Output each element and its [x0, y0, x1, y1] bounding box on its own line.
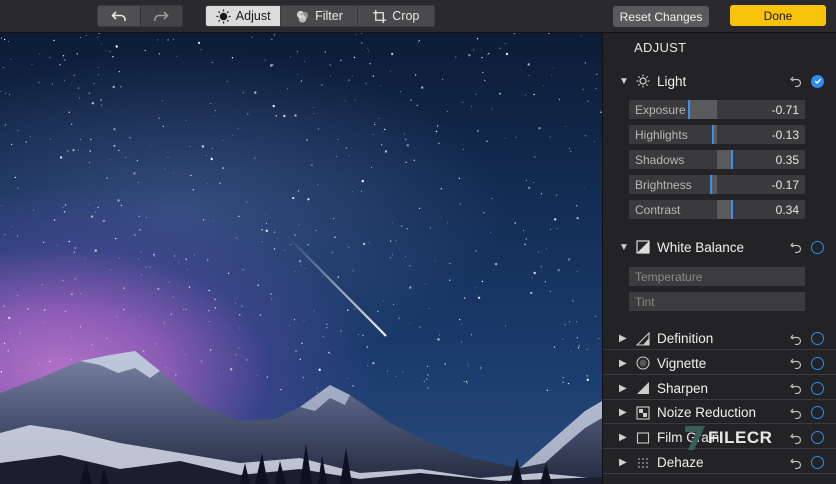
slider-label: Contrast	[635, 203, 681, 217]
slider-handle[interactable]	[687, 100, 690, 119]
section-enabled-toggle[interactable]	[811, 456, 824, 469]
tab-crop-label: Crop	[392, 9, 420, 23]
slider-value: -0.17	[771, 178, 799, 192]
toolbar: Adjust Filter Crop Reset Changes Done	[0, 0, 836, 33]
revert-icon[interactable]	[790, 333, 802, 345]
tab-filter-label: Filter	[315, 9, 343, 23]
section-white-balance[interactable]: ▼ White Balance	[603, 236, 836, 258]
section-dehaze[interactable]: ▶ Dehaze	[603, 452, 836, 474]
tab-crop[interactable]: Crop	[358, 6, 434, 26]
revert-icon[interactable]	[790, 432, 802, 444]
expand-triangle-icon[interactable]: ▶	[619, 383, 627, 394]
definition-icon	[636, 331, 650, 346]
section-enabled-toggle[interactable]	[811, 332, 824, 345]
section-enabled-toggle[interactable]	[811, 356, 824, 370]
filter-icon	[296, 10, 309, 23]
white-balance-icon	[636, 240, 650, 254]
slider-temperature[interactable]: Temperature	[629, 267, 805, 286]
section-light-label: Light	[657, 73, 687, 89]
white-balance-enabled-toggle[interactable]	[811, 240, 824, 254]
section-noise-reduction[interactable]: ▶ Noize Reduction	[603, 402, 836, 425]
tab-adjust-label: Adjust	[235, 9, 271, 23]
slider-highlights[interactable]: Highlights -0.13	[629, 125, 805, 144]
section-enabled-toggle[interactable]	[811, 406, 824, 420]
collapse-triangle-icon[interactable]: ▼	[619, 242, 629, 253]
expand-triangle-icon[interactable]: ▶	[619, 407, 627, 418]
revert-icon[interactable]	[790, 457, 802, 469]
vignette-icon	[636, 356, 650, 370]
slider-shadows[interactable]: Shadows 0.35	[629, 150, 805, 169]
reset-changes-button[interactable]: Reset Changes	[613, 6, 709, 27]
section-label: Noize Reduction	[657, 405, 757, 421]
section-light[interactable]: ▼ Light	[603, 70, 836, 92]
revert-icon[interactable]	[790, 75, 802, 87]
section-white-balance-label: White Balance	[657, 239, 745, 255]
section-label: Vignette	[657, 355, 707, 371]
slider-label: Temperature	[635, 270, 703, 284]
light-enabled-check-icon[interactable]	[811, 74, 824, 88]
slider-handle[interactable]	[731, 200, 734, 219]
redo-button[interactable]	[139, 6, 182, 26]
slider-brightness[interactable]: Brightness -0.17	[629, 175, 805, 194]
section-label: Sharpen	[657, 380, 709, 396]
slider-label: Exposure	[635, 103, 686, 117]
slider-label: Brightness	[635, 178, 692, 192]
section-label: Definition	[657, 331, 714, 346]
mode-tabs: Adjust Filter Crop	[205, 5, 435, 27]
filecr-logo-icon	[685, 426, 705, 450]
section-enabled-toggle[interactable]	[811, 431, 824, 445]
collapse-triangle-icon[interactable]: ▼	[619, 76, 629, 87]
section-definition[interactable]: ▶ Definition	[603, 328, 836, 350]
slider-contrast[interactable]: Contrast 0.34	[629, 200, 805, 219]
sun-icon	[636, 74, 650, 88]
tab-adjust[interactable]: Adjust	[206, 6, 282, 26]
adjust-icon	[216, 8, 231, 24]
noise-reduction-icon	[636, 406, 650, 420]
expand-triangle-icon[interactable]: ▶	[619, 358, 627, 369]
undo-icon	[111, 11, 126, 21]
section-label: Dehaze	[657, 455, 704, 470]
crop-icon	[373, 9, 387, 23]
slider-handle[interactable]	[709, 175, 712, 194]
film-grain-icon	[636, 432, 650, 444]
expand-triangle-icon[interactable]: ▶	[619, 432, 627, 443]
sharpen-icon	[637, 382, 649, 395]
tab-filter[interactable]: Filter	[281, 6, 358, 26]
mountain-landscape	[0, 236, 602, 484]
expand-triangle-icon[interactable]: ▶	[619, 457, 627, 468]
expand-triangle-icon[interactable]: ▶	[619, 333, 627, 344]
slider-exposure[interactable]: Exposure -0.71	[629, 100, 805, 119]
slider-handle[interactable]	[731, 150, 734, 169]
shooting-star	[287, 236, 387, 337]
undo-redo-group	[97, 5, 183, 27]
slider-fill	[717, 200, 732, 219]
slider-value: 0.34	[775, 203, 799, 217]
slider-tint[interactable]: Tint	[629, 292, 805, 311]
watermark: FILECR	[684, 424, 772, 452]
section-vignette[interactable]: ▶ Vignette	[603, 353, 836, 375]
slider-label: Tint	[635, 295, 655, 309]
revert-icon[interactable]	[790, 241, 802, 253]
revert-icon[interactable]	[790, 407, 802, 419]
section-enabled-toggle[interactable]	[811, 381, 824, 395]
slider-label: Shadows	[635, 153, 685, 167]
slider-value: -0.13	[771, 128, 799, 142]
panel-title: ADJUST	[634, 40, 687, 55]
dehaze-icon	[638, 457, 648, 468]
watermark-text: FILECR	[708, 428, 773, 447]
slider-value: -0.71	[771, 103, 799, 117]
slider-handle[interactable]	[711, 125, 714, 144]
slider-fill	[687, 100, 717, 119]
photo-canvas[interactable]	[0, 33, 602, 484]
section-sharpen[interactable]: ▶ Sharpen	[603, 378, 836, 400]
redo-icon	[154, 11, 169, 21]
slider-fill	[717, 150, 732, 169]
revert-icon[interactable]	[790, 382, 802, 395]
done-button[interactable]: Done	[730, 5, 826, 26]
revert-icon[interactable]	[790, 357, 802, 370]
slider-label: Highlights	[635, 128, 688, 142]
slider-value: 0.35	[775, 153, 799, 167]
undo-button[interactable]	[98, 6, 140, 26]
